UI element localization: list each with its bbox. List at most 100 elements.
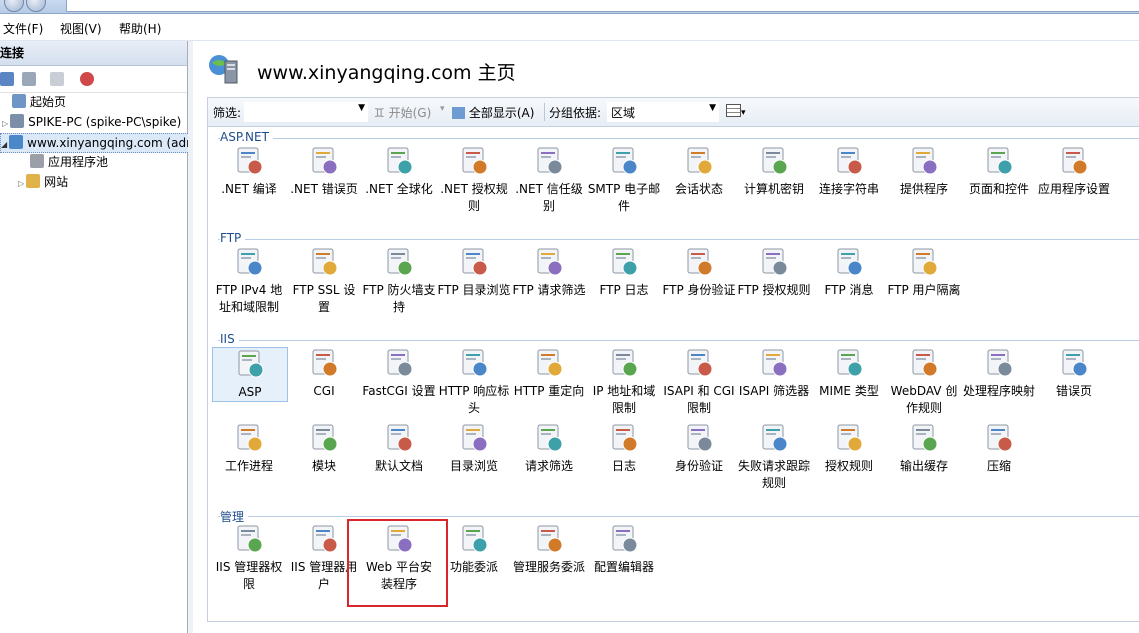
group-by-select[interactable]: 区域 ▼ (607, 102, 719, 122)
address-bar[interactable] (66, 0, 1139, 12)
menu-view[interactable]: 视图(V) (60, 20, 102, 37)
back-icon[interactable] (4, 0, 24, 12)
feature-net-trust-levels[interactable]: .NET 信任级别 (512, 145, 586, 215)
compression-icon (983, 422, 1015, 454)
feature-ftp-firewall[interactable]: FTP 防火墙支持 (362, 246, 436, 316)
feature-application-settings[interactable]: 应用程序设置 (1037, 145, 1111, 198)
connect-icon[interactable] (0, 72, 14, 86)
show-all-button[interactable]: 全部显示(A) (452, 104, 534, 121)
feature-handler-mappings[interactable]: 处理程序映射 (962, 347, 1036, 400)
title-bar (0, 0, 1139, 14)
feature-ftp-ssl[interactable]: FTP SSL 设置 (287, 246, 361, 316)
disconnect-icon[interactable] (80, 72, 94, 86)
feature-ftp-authorization[interactable]: FTP 授权规则 (737, 246, 811, 299)
feature-compression[interactable]: 压缩 (962, 422, 1036, 475)
feature-session-state[interactable]: 会话状态 (662, 145, 736, 198)
iis-manager-users-icon (308, 523, 340, 555)
app-pool-icon (30, 154, 44, 168)
feature-failed-request-tracing[interactable]: 失败请求跟踪规则 (737, 422, 811, 492)
feature-label: FTP 消息 (824, 283, 874, 297)
feature-net-authorization-rules[interactable]: .NET 授权规则 (437, 145, 511, 215)
group-header-0[interactable]: ASP.NET (220, 130, 273, 144)
feature-ftp-authentication[interactable]: FTP 身份验证 (662, 246, 736, 299)
feature-ftp-request-filtering[interactable]: FTP 请求筛选 (512, 246, 586, 299)
menu-file[interactable]: 文件(F) (3, 20, 43, 37)
binoculars-icon: ♊ (374, 106, 385, 120)
up-icon[interactable] (50, 72, 64, 86)
go-button[interactable]: ♊ 开始(G) (374, 104, 431, 121)
feature-ftp-logging[interactable]: FTP 日志 (587, 246, 661, 299)
feature-worker-processes[interactable]: 工作进程 (212, 422, 286, 475)
feature-ftp-messages[interactable]: FTP 消息 (812, 246, 886, 299)
feature-isapi-filters[interactable]: ISAPI 筛选器 (737, 347, 811, 400)
ip-restrictions-icon (608, 347, 640, 379)
go-dropdown-icon[interactable]: ▾ (440, 104, 445, 114)
feature-request-filtering[interactable]: 请求筛选 (512, 422, 586, 475)
save-icon[interactable] (22, 72, 36, 86)
net-authorization-rules-icon (458, 145, 490, 177)
feature-label: SMTP 电子邮件 (587, 182, 661, 213)
feature-authentication[interactable]: 身份验证 (662, 422, 736, 475)
feature-label: CGI (313, 384, 335, 398)
filter-input[interactable]: ▼ (244, 102, 368, 122)
cgi-icon (308, 347, 340, 379)
feature-error-pages[interactable]: 错误页 (1037, 347, 1111, 400)
feature-http-redirect[interactable]: HTTP 重定向 (512, 347, 586, 400)
group-header-1[interactable]: FTP (220, 231, 246, 245)
feature-label: .NET 信任级别 (515, 182, 583, 213)
feature-ftp-user-isolation[interactable]: FTP 用户隔离 (887, 246, 961, 299)
feature-configuration-editor[interactable]: 配置编辑器 (587, 523, 661, 576)
feature-logging[interactable]: 日志 (587, 422, 661, 475)
feature-mime-types[interactable]: MIME 类型 (812, 347, 886, 400)
feature-ip-restrictions[interactable]: IP 地址和域限制 (587, 347, 661, 417)
feature-delegation-icon (458, 523, 490, 555)
feature-webdav[interactable]: WebDAV 创作规则 (887, 347, 961, 417)
feature-net-globalization[interactable]: .NET 全球化 (362, 145, 436, 198)
feature-management-service-delegation[interactable]: 管理服务委派 (512, 523, 586, 576)
feature-asp[interactable]: ASP (212, 347, 288, 402)
feature-label: 配置编辑器 (593, 560, 654, 574)
feature-feature-delegation[interactable]: 功能委派 (437, 523, 511, 576)
feature-smtp-email[interactable]: SMTP 电子邮件 (587, 145, 661, 215)
feature-net-compile[interactable]: .NET 编译 (212, 145, 286, 198)
tree-item-sites[interactable]: ▷ 网站 (18, 173, 68, 191)
feature-label: 输出缓存 (899, 459, 948, 473)
http-redirect-icon (533, 347, 565, 379)
failed-request-tracing-icon (758, 422, 790, 454)
feature-net-error-pages[interactable]: .NET 错误页 (287, 145, 361, 198)
tree-item-app-pools[interactable]: 应用程序池 (30, 153, 108, 171)
feature-iis-manager-permissions[interactable]: IIS 管理器权限 (212, 523, 286, 593)
feature-label: .NET 错误页 (290, 182, 358, 196)
feature-fastcgi[interactable]: FastCGI 设置 (362, 347, 436, 400)
feature-default-document[interactable]: 默认文档 (362, 422, 436, 475)
view-mode-button[interactable]: ▾ (726, 104, 746, 118)
group-header-2[interactable]: IIS (220, 332, 239, 346)
feature-machine-key[interactable]: 计算机密钥 (737, 145, 811, 198)
feature-isapi-cgi-restrictions[interactable]: ISAPI 和 CGI 限制 (662, 347, 736, 417)
feature-label: 计算机密钥 (743, 182, 804, 196)
fastcgi-icon (383, 347, 415, 379)
feature-ftp-ip-restrictions[interactable]: FTP IPv4 地址和域限制 (212, 246, 286, 316)
forward-icon[interactable] (26, 0, 46, 12)
feature-authorization-rules[interactable]: 授权规则 (812, 422, 886, 475)
menu-help[interactable]: 帮助(H) (119, 20, 161, 37)
feature-providers[interactable]: 提供程序 (887, 145, 961, 198)
feature-label: 功能委派 (449, 560, 498, 574)
feature-connection-strings[interactable]: 连接字符串 (812, 145, 886, 198)
feature-label: 日志 (611, 459, 636, 473)
feature-directory-browsing[interactable]: 目录浏览 (437, 422, 511, 475)
tree-item-site[interactable]: ◢ www.xinyangqing.com (adr (0, 133, 199, 153)
feature-pages-controls[interactable]: 页面和控件 (962, 145, 1036, 198)
modules-icon (308, 422, 340, 454)
tree-item-server[interactable]: ▷ SPIKE-PC (spike-PC\spike) (2, 113, 181, 131)
net-error-pages-icon (308, 145, 340, 177)
feature-http-response-headers[interactable]: HTTP 响应标头 (437, 347, 511, 417)
feature-cgi[interactable]: CGI (287, 347, 361, 400)
feature-label: FTP 请求筛选 (512, 283, 586, 297)
tree-item-start-page[interactable]: 起始页 (12, 93, 66, 111)
providers-icon (908, 145, 940, 177)
feature-modules[interactable]: 模块 (287, 422, 361, 475)
feature-ftp-directory-browsing[interactable]: FTP 目录浏览 (437, 246, 511, 299)
feature-output-caching[interactable]: 输出缓存 (887, 422, 961, 475)
highlight-box (347, 519, 448, 607)
